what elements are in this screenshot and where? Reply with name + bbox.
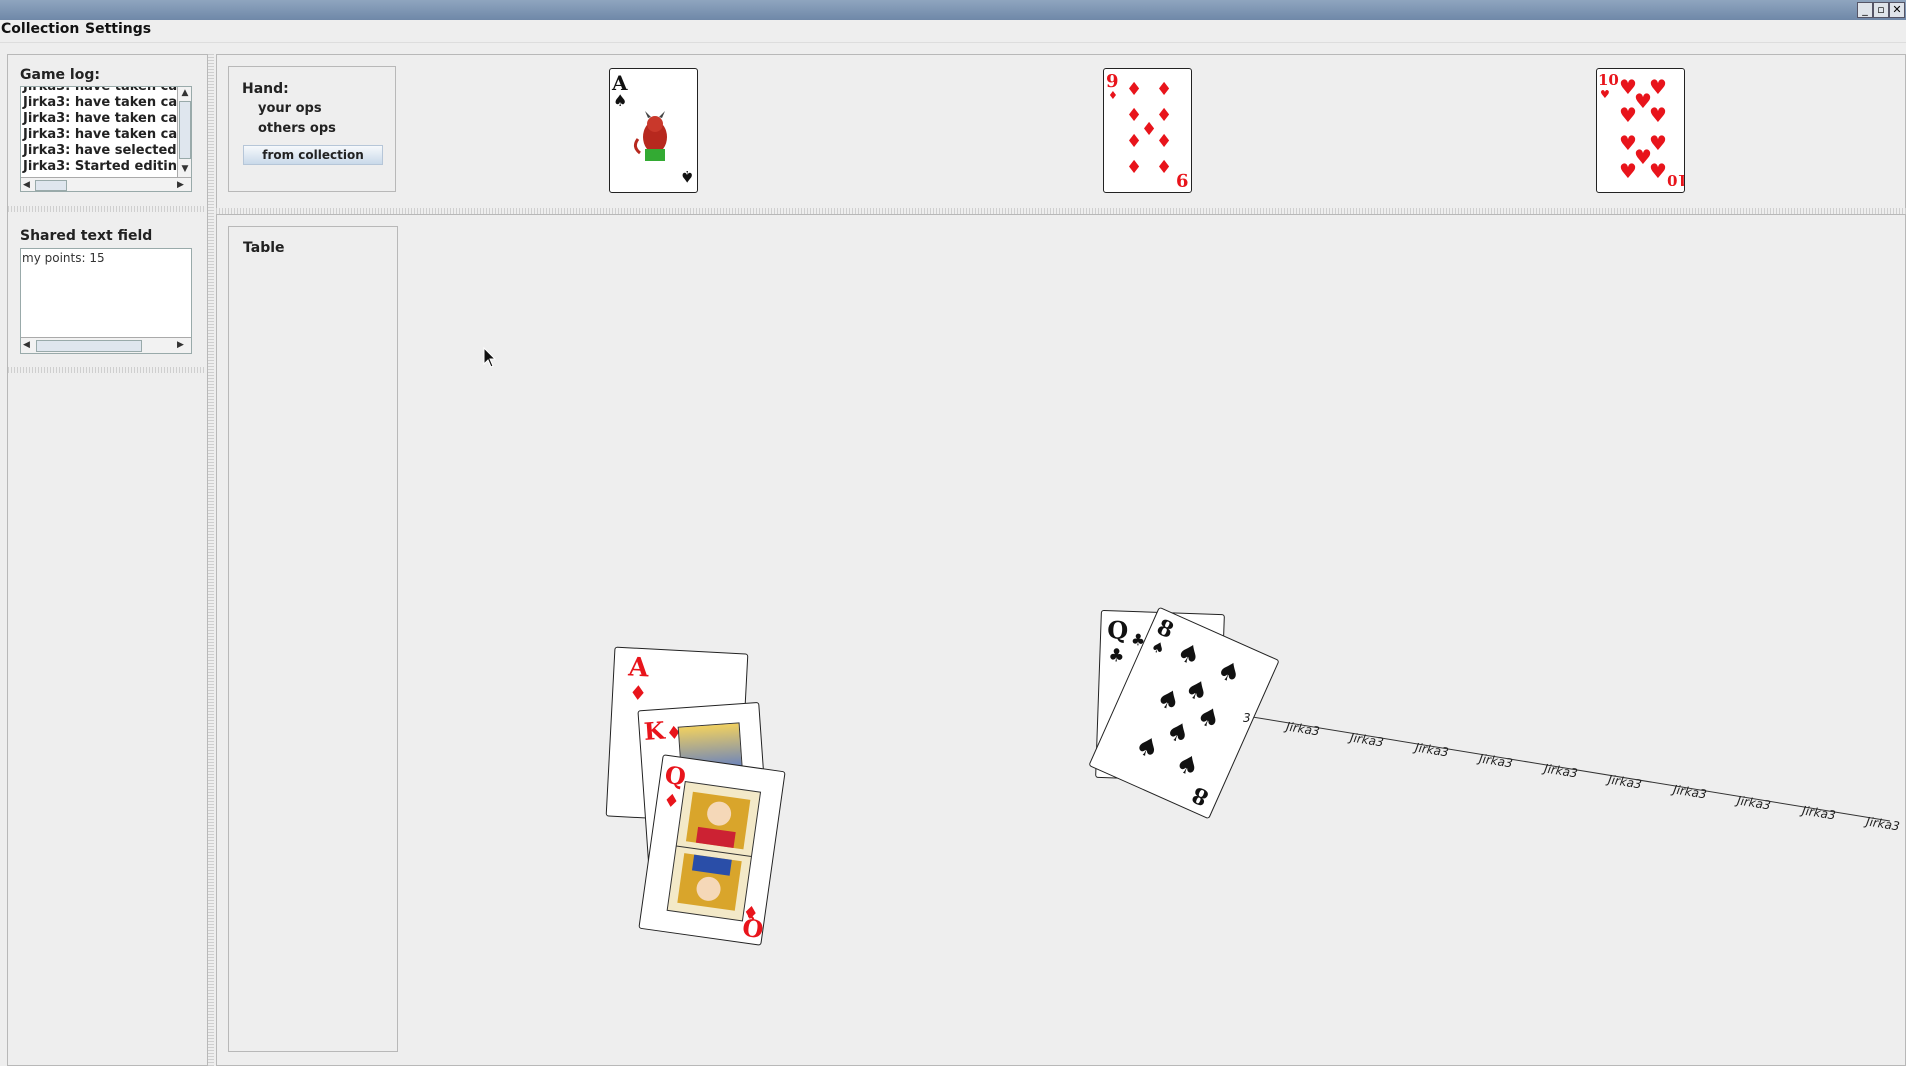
- game-log-list[interactable]: Jirka3: have taken ca Jirka3: have taken…: [20, 86, 192, 192]
- diamond-icon: ♦: [628, 680, 648, 706]
- hand-card-ten-hearts[interactable]: 10 ♥ ♥ ♥ ♥ ♥ ♥ ♥ ♥ ♥ ♥ ♥ 10: [1596, 68, 1685, 193]
- hand-card-nine-diamonds[interactable]: 9 ♦ ♦ ♦ ♦ ♦ ♦ ♦ ♦ ♦ ♦ 9: [1103, 68, 1192, 193]
- sidebar-splitter[interactable]: [8, 206, 205, 212]
- diamond-icon: ♦: [1126, 157, 1143, 178]
- game-log-line: Jirka3: Started editin: [23, 159, 178, 174]
- scroll-right-icon[interactable]: ▶: [177, 179, 184, 191]
- card-rank: A: [627, 652, 650, 684]
- club-icon: ♣: [1108, 645, 1125, 667]
- game-log-label: Game log:: [20, 67, 100, 83]
- mouse-pointer-icon: [483, 347, 497, 368]
- others-ops-option[interactable]: others ops: [258, 121, 336, 136]
- card-rank: 10: [1598, 71, 1619, 89]
- diamond-icon: ♦: [1156, 157, 1173, 178]
- window-titlebar: [0, 0, 1906, 20]
- menu-bar: [0, 20, 1906, 43]
- diamond-icon: ♦: [1156, 105, 1173, 126]
- devil-mascot-icon: [633, 111, 667, 161]
- shared-text-field[interactable]: my points: 15 ◀ ▶: [20, 248, 192, 354]
- heart-icon: ♥: [1619, 103, 1637, 127]
- shared-text-label: Shared text field: [20, 228, 153, 244]
- scroll-left-icon[interactable]: ◀: [23, 339, 30, 351]
- sidebar-splitter-2[interactable]: [8, 367, 205, 373]
- diamond-icon: ♦: [1156, 131, 1173, 152]
- spade-icon: ♠: [1151, 682, 1186, 720]
- spade-icon: ♠: [680, 167, 695, 186]
- heart-icon: ♥: [1600, 88, 1610, 101]
- hand-label: Hand:: [242, 81, 289, 97]
- spade-icon: ♠: [1171, 636, 1206, 674]
- menu-settings[interactable]: Settings: [85, 21, 151, 37]
- main-splitter[interactable]: [208, 54, 214, 1066]
- scroll-right-icon[interactable]: ▶: [177, 339, 184, 351]
- spade-icon: ♠: [613, 91, 628, 110]
- game-log-line: Jirka3: have taken ca: [23, 127, 178, 142]
- game-log-vscrollbar[interactable]: ▲ ▼: [177, 87, 191, 177]
- close-icon[interactable]: ✕: [1889, 2, 1905, 18]
- scroll-thumb[interactable]: [36, 340, 142, 352]
- diamond-icon: ♦: [1126, 79, 1143, 100]
- game-log-line: Jirka3: have taken ca: [23, 111, 178, 126]
- menu-collection[interactable]: Collection: [1, 21, 79, 37]
- from-collection-button[interactable]: from collection: [243, 145, 383, 165]
- heart-icon: ♥: [1619, 159, 1637, 183]
- scroll-left-icon[interactable]: ◀: [23, 179, 30, 191]
- game-log-line: Jirka3: have taken ca: [23, 95, 178, 110]
- spade-icon: ♠: [1212, 654, 1246, 692]
- card-rank: 8: [1188, 780, 1213, 811]
- card-rank: K: [642, 715, 666, 747]
- card-rank: Q: [740, 912, 766, 944]
- scroll-thumb[interactable]: [35, 180, 67, 191]
- scroll-thumb[interactable]: [179, 101, 191, 159]
- scroll-down-icon[interactable]: ▼: [178, 163, 191, 175]
- game-log-line: Jirka3: have taken ca: [23, 86, 178, 94]
- spade-icon: ♠: [1148, 636, 1168, 659]
- heart-icon: ♥: [1649, 159, 1667, 183]
- shared-text-value: my points: 15: [22, 251, 105, 265]
- trail-partial-label: 3: [1243, 711, 1251, 725]
- game-log-hscrollbar[interactable]: ◀ ▶: [21, 177, 191, 191]
- card-rank: 10: [1667, 171, 1684, 189]
- shared-text-hscrollbar[interactable]: ◀ ▶: [21, 337, 191, 353]
- diamond-icon: ♦: [1156, 79, 1173, 100]
- table-panel: [228, 226, 398, 1052]
- table-label: Table: [243, 240, 285, 256]
- diamond-icon: ♦: [1141, 119, 1158, 140]
- table-area: [216, 214, 1906, 1066]
- diamond-icon: ♦: [1126, 131, 1143, 152]
- diamond-icon: ♦: [1108, 89, 1118, 102]
- your-ops-option[interactable]: your ops: [258, 101, 322, 116]
- card-rank: 9: [1176, 169, 1189, 190]
- game-log-line: Jirka3: have selected: [23, 143, 177, 158]
- maximize-icon[interactable]: ▫: [1873, 2, 1889, 18]
- spade-icon: ♠: [1170, 747, 1205, 785]
- diamond-icon: ♦: [1126, 105, 1143, 126]
- minimize-icon[interactable]: _: [1857, 2, 1873, 18]
- hand-card-ace-spades[interactable]: A ♠ ♠: [609, 68, 698, 193]
- card-rank: Q: [1106, 615, 1129, 645]
- heart-icon: ♥: [1649, 103, 1667, 127]
- spade-icon: ♠: [1161, 714, 1195, 752]
- spade-icon: ♠: [1130, 729, 1164, 767]
- table-card-queen-diamonds[interactable]: Q ♦ ♦ Q: [638, 754, 786, 946]
- scroll-up-icon[interactable]: ▲: [178, 87, 191, 99]
- diamond-icon: ♦: [661, 789, 681, 813]
